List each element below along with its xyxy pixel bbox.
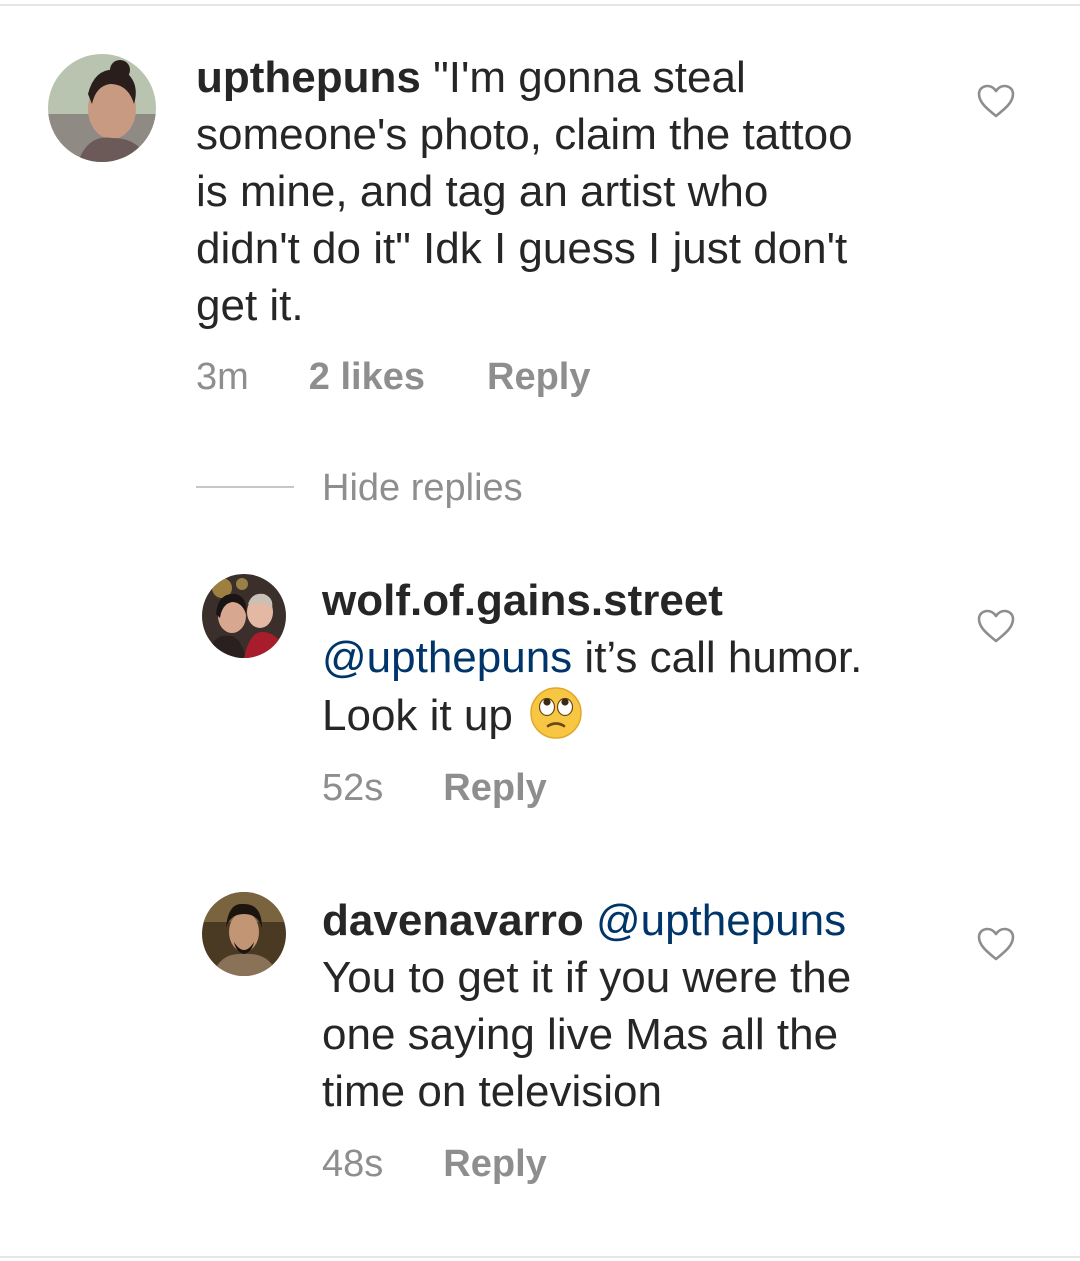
reply-button[interactable]: Reply [487,355,590,399]
bottom-divider [0,1256,1080,1258]
comment-text-line: is mine, and tag an artist who [196,167,769,216]
avatar-davenavarro[interactable] [202,892,286,976]
reply-button[interactable]: Reply [443,1142,546,1186]
comment-body: upthepuns "I'm gonna steal someone's pho… [196,49,956,334]
mention-link[interactable]: @upthepuns [322,633,572,682]
reply-username[interactable]: wolf.of.gains.street [322,576,723,625]
reply-timestamp: 52s [322,767,384,809]
reply-text: You to get it if you were the [322,953,852,1002]
reply-button[interactable]: Reply [443,766,546,810]
like-heart-icon[interactable] [976,608,1016,644]
hide-replies-button[interactable]: Hide replies [322,466,523,510]
like-heart-icon[interactable] [976,926,1016,962]
mention-link[interactable]: @upthepuns [596,896,846,945]
reply-timestamp: 48s [322,1143,384,1185]
reply-body: davenavarro @upthepuns You to get it if … [322,892,962,1120]
comment-username[interactable]: upthepuns [196,53,421,102]
comment-text-line: "I'm gonna steal [433,53,746,102]
like-heart-icon[interactable] [976,83,1016,119]
comment-timestamp: 3m [196,356,249,398]
face-with-rolling-eyes-emoji [529,686,583,740]
avatar-upthepuns[interactable] [48,54,156,162]
reply-text: it’s call humor. [572,633,863,682]
reply-meta: 48s Reply [322,1142,547,1186]
reply-username[interactable]: davenavarro [322,896,584,945]
comment-likes-count[interactable]: 2 likes [309,355,425,399]
reply-text: Look it up [322,691,513,740]
reply-body: wolf.of.gains.street @upthepuns it’s cal… [322,572,962,744]
avatar-wolf-of-gains-street[interactable] [202,574,286,658]
comment-meta: 3m 2 likes Reply [196,355,591,399]
reply-meta: 52s Reply [322,766,547,810]
top-divider [0,4,1080,6]
reply-text: one saying live Mas all the [322,1010,839,1059]
hide-replies-line [196,486,294,488]
comment-text-line: didn't do it" Idk I guess I just don't [196,224,848,273]
reply-text: time on television [322,1067,662,1116]
comment-text-line: someone's photo, claim the tattoo [196,110,853,159]
comment-text-line: get it. [196,281,304,330]
